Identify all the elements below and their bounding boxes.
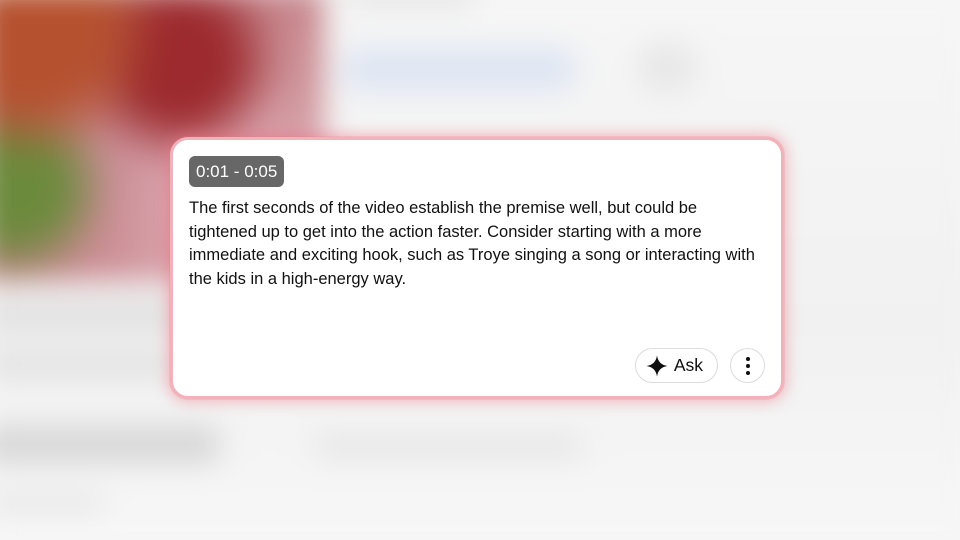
feedback-text: The first seconds of the video establish… <box>189 199 755 288</box>
sparkle-icon <box>645 354 669 378</box>
timestamp-chip[interactable]: 0:01 - 0:05 <box>189 156 285 187</box>
ask-label: Ask <box>673 355 703 375</box>
ask-button[interactable]: Ask <box>634 348 718 383</box>
more-options-button[interactable] <box>730 348 765 383</box>
feedback-card: 0:01 - 0:05 The first seconds of the vid… <box>170 137 784 399</box>
more-vertical-icon <box>745 356 750 375</box>
